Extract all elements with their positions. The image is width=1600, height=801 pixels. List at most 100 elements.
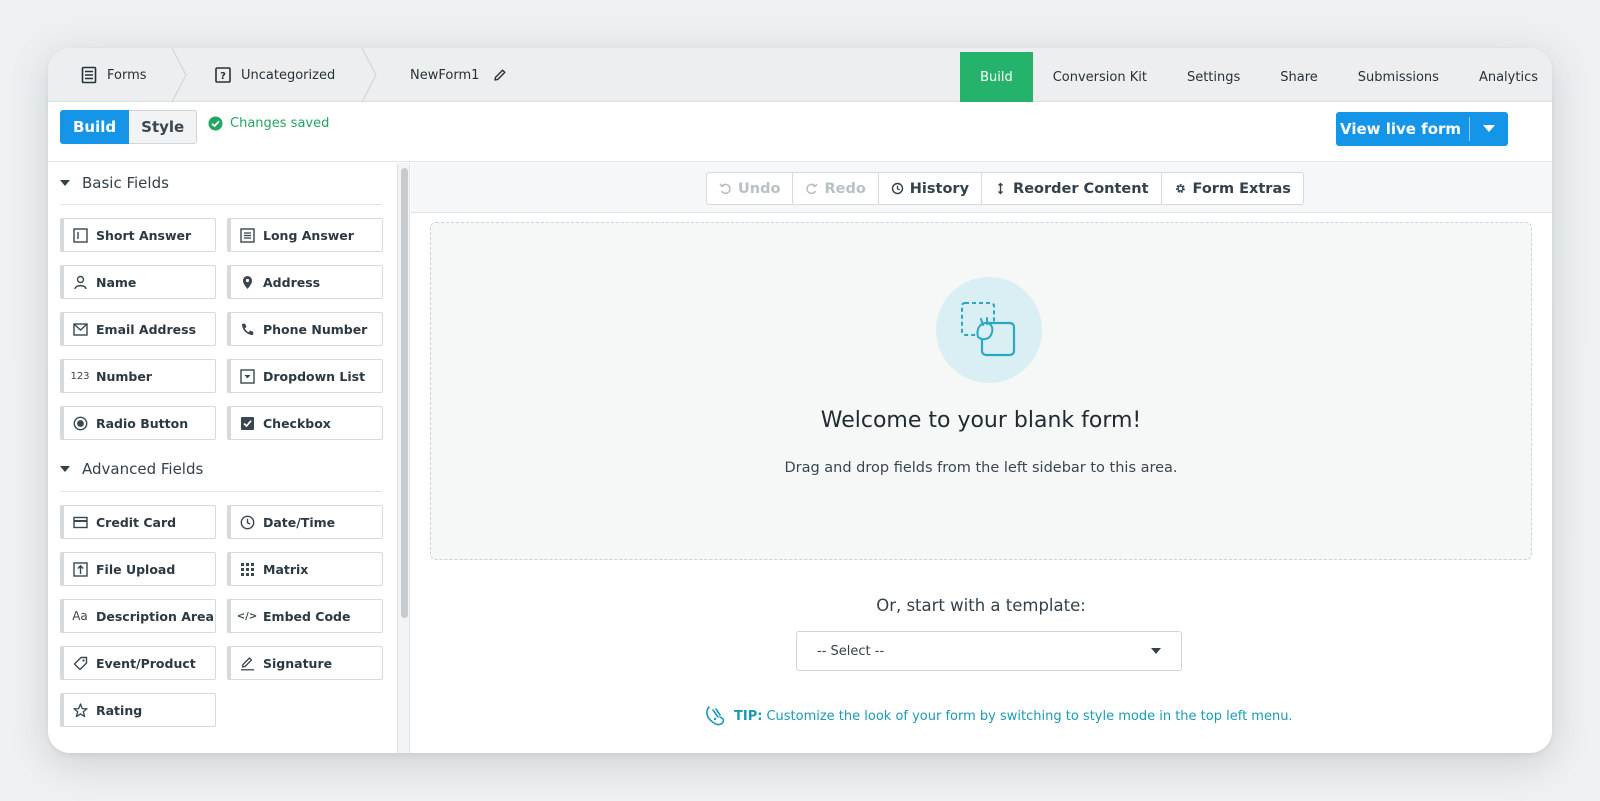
- redo-button[interactable]: Redo: [793, 173, 879, 204]
- basic-fields-header[interactable]: Basic Fields: [60, 173, 169, 193]
- field-label: Event/Product: [96, 655, 196, 671]
- reorder-arrows-icon: [998, 182, 1003, 195]
- build-mode-button[interactable]: Build: [60, 110, 130, 144]
- field-label: File Upload: [96, 561, 176, 577]
- dropdown-icon: [239, 368, 255, 384]
- breadcrumb-forms[interactable]: Forms: [80, 48, 147, 102]
- field-phone-number[interactable]: Phone Number: [227, 312, 383, 346]
- save-status-text: Changes saved: [230, 116, 330, 131]
- sidebar-scrollbar-thumb[interactable]: [401, 168, 408, 618]
- form-name-label: NewForm1: [410, 67, 480, 83]
- caret-down-icon: [1483, 125, 1495, 132]
- history-clock-icon: [891, 182, 903, 195]
- reorder-content-label: Reorder Content: [1013, 180, 1149, 197]
- field-address[interactable]: Address: [227, 265, 383, 299]
- field-label: Address: [263, 274, 321, 290]
- signature-pen-icon: [239, 655, 255, 671]
- tab-submissions[interactable]: Submissions: [1338, 52, 1459, 102]
- field-description-area[interactable]: Aa Description Area: [60, 599, 216, 633]
- live-form-dropdown-toggle[interactable]: [1470, 125, 1508, 133]
- main-nav-tabs: Build Conversion Kit Settings Share Subm…: [960, 52, 1552, 102]
- form-extras-button[interactable]: Form Extras: [1162, 173, 1303, 204]
- drag-drop-icon: [961, 302, 1016, 357]
- tip-label: TIP:: [734, 708, 763, 724]
- map-pin-icon: [239, 274, 255, 290]
- field-email-address[interactable]: Email Address: [60, 312, 216, 346]
- paint-palette-icon: [706, 706, 725, 726]
- tag-icon: [72, 655, 88, 671]
- tab-settings[interactable]: Settings: [1167, 52, 1260, 102]
- field-label: Credit Card: [96, 514, 177, 530]
- credit-card-icon: [72, 514, 88, 530]
- field-event-product[interactable]: Event/Product: [60, 646, 216, 680]
- field-long-answer[interactable]: Long Answer: [227, 218, 383, 252]
- form-extras-label: Form Extras: [1192, 180, 1291, 197]
- field-drop-zone[interactable]: [430, 222, 1532, 560]
- field-label: Phone Number: [263, 321, 368, 337]
- field-number[interactable]: 123 Number: [60, 359, 216, 393]
- field-signature[interactable]: Signature: [227, 646, 383, 680]
- field-label: Matrix: [263, 561, 309, 577]
- field-date-time[interactable]: Date/Time: [227, 505, 383, 539]
- welcome-heading: Welcome to your blank form!: [820, 408, 1142, 433]
- field-label: Rating: [96, 702, 143, 718]
- field-file-upload[interactable]: File Upload: [60, 552, 216, 586]
- redo-label: Redo: [824, 180, 866, 197]
- field-label: Checkbox: [263, 415, 331, 431]
- pencil-icon[interactable]: [493, 68, 507, 82]
- field-label: Long Answer: [263, 227, 354, 243]
- field-credit-card[interactable]: Credit Card: [60, 505, 216, 539]
- undo-label: Undo: [738, 180, 781, 197]
- section-divider: [60, 204, 382, 205]
- collapse-triangle-icon: [60, 466, 70, 472]
- breadcrumb-uncategorized[interactable]: ? Uncategorized: [214, 48, 335, 102]
- field-dropdown-list[interactable]: Dropdown List: [227, 359, 383, 393]
- gear-icon: [1175, 184, 1185, 193]
- field-short-answer[interactable]: Short Answer: [60, 218, 216, 252]
- app-window: Forms ? Uncategorized NewForm1 Build Con…: [48, 48, 1552, 753]
- field-label: Radio Button: [96, 415, 189, 431]
- envelope-icon: [72, 321, 88, 337]
- style-tip: TIP: Customize the look of your form by …: [704, 704, 1293, 728]
- tab-build[interactable]: Build: [960, 52, 1033, 102]
- chevron-down-icon: [1151, 648, 1161, 654]
- form-doc-icon: [81, 66, 97, 84]
- field-rating[interactable]: Rating: [60, 693, 216, 727]
- field-label: Email Address: [96, 321, 197, 337]
- advanced-fields-header[interactable]: Advanced Fields: [60, 459, 203, 479]
- checkbox-icon: [239, 415, 255, 431]
- field-matrix[interactable]: Matrix: [227, 552, 383, 586]
- short-answer-icon: [72, 227, 88, 243]
- undo-button[interactable]: Undo: [707, 173, 794, 204]
- tab-conversion-kit[interactable]: Conversion Kit: [1033, 52, 1167, 102]
- undo-icon: [719, 183, 731, 195]
- field-label: Embed Code: [263, 608, 351, 624]
- field-embed-code[interactable]: </> Embed Code: [227, 599, 383, 633]
- tab-share[interactable]: Share: [1260, 52, 1338, 102]
- field-checkbox[interactable]: Checkbox: [227, 406, 383, 440]
- breadcrumb-chevron-icon: [171, 48, 187, 102]
- field-label: Number: [96, 368, 152, 384]
- template-prompt: Or, start with a template:: [876, 596, 1086, 615]
- star-icon: [72, 702, 88, 718]
- collapse-triangle-icon: [60, 180, 70, 186]
- field-name[interactable]: Name: [60, 265, 216, 299]
- folder-question-icon: ?: [215, 67, 231, 83]
- view-live-form-button[interactable]: View live form: [1336, 112, 1508, 146]
- text-aa-icon: Aa: [72, 609, 88, 623]
- top-bar: Forms ? Uncategorized NewForm1 Build Con…: [48, 48, 1552, 102]
- field-label: Short Answer: [96, 227, 192, 243]
- tab-analytics[interactable]: Analytics: [1459, 52, 1552, 102]
- reorder-content-button[interactable]: Reorder Content: [982, 173, 1162, 204]
- drop-instructions: Drag and drop fields from the left sideb…: [784, 460, 1178, 476]
- style-mode-button[interactable]: Style: [129, 110, 198, 144]
- field-radio-button[interactable]: Radio Button: [60, 406, 216, 440]
- field-label: Dropdown List: [263, 368, 366, 384]
- clock-icon: [239, 514, 255, 530]
- field-label: Signature: [263, 655, 333, 671]
- view-live-form-label: View live form: [1339, 120, 1462, 138]
- template-select[interactable]: -- Select --: [796, 631, 1182, 671]
- number-123-icon: 123: [70, 370, 90, 382]
- breadcrumb-form-name[interactable]: NewForm1: [410, 48, 507, 102]
- history-button[interactable]: History: [879, 173, 983, 204]
